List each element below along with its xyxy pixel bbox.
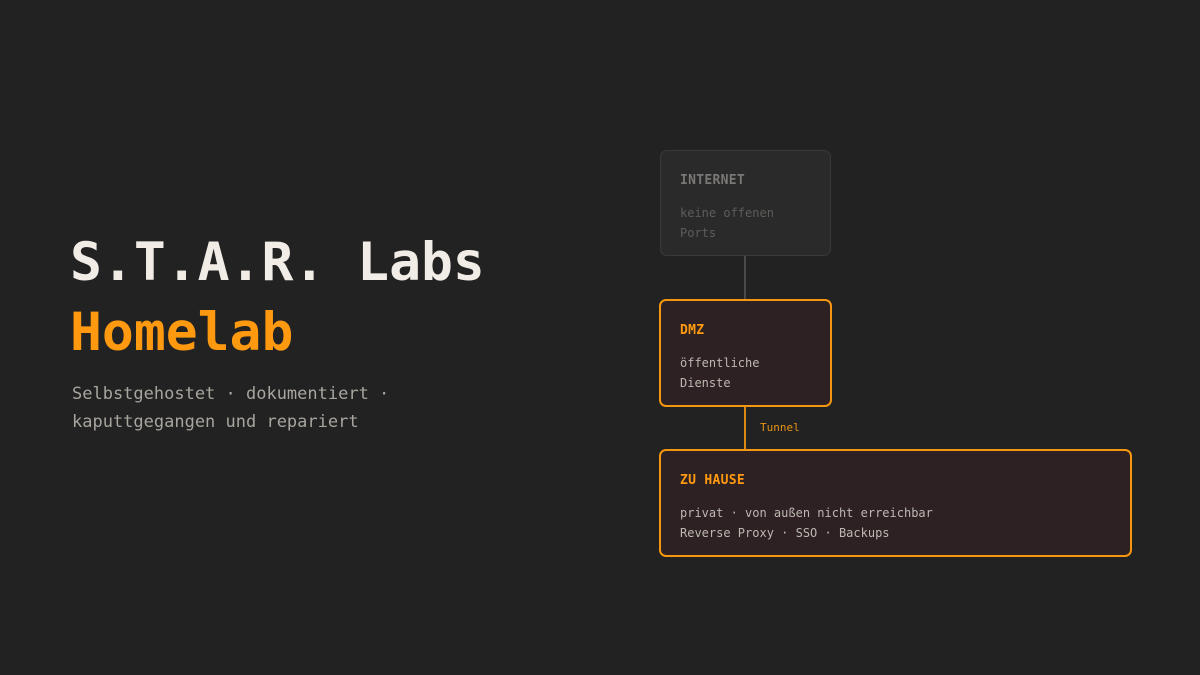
hero-tagline: Selbstgehostet · dokumentiert · kaputtge… xyxy=(72,384,390,432)
hero-title: S.T.A.R. Labs xyxy=(70,232,485,293)
zone-internet-description: keine offenen Ports xyxy=(680,206,774,240)
zone-dmz-title: DMZ xyxy=(680,323,705,338)
hero: S.T.A.R. Labs Homelab xyxy=(70,232,590,364)
zone-dmz-description: öffentliche Dienste xyxy=(680,356,760,390)
zone-home-line-1: privat · von außen nicht erreichbar xyxy=(680,506,933,520)
zone-dmz: DMZ öffentliche Dienste xyxy=(659,299,832,407)
zone-home-description: privat · von außen nicht erreichbar Rever… xyxy=(680,503,1111,543)
zone-home-title: ZU HAUSE xyxy=(680,473,746,488)
zone-internet: INTERNET keine offenen Ports xyxy=(660,150,831,256)
tunnel-label: Tunnel xyxy=(760,421,800,434)
internet-dmz-connector xyxy=(744,256,746,299)
zone-home: ZU HAUSE privat · von außen nicht erreic… xyxy=(659,449,1132,557)
zone-internet-title: INTERNET xyxy=(680,173,746,188)
hero-subtitle: Homelab xyxy=(70,302,294,363)
dmz-home-tunnel-connector xyxy=(744,407,746,449)
zone-home-line-2: Reverse Proxy · SSO · Backups xyxy=(680,526,890,540)
